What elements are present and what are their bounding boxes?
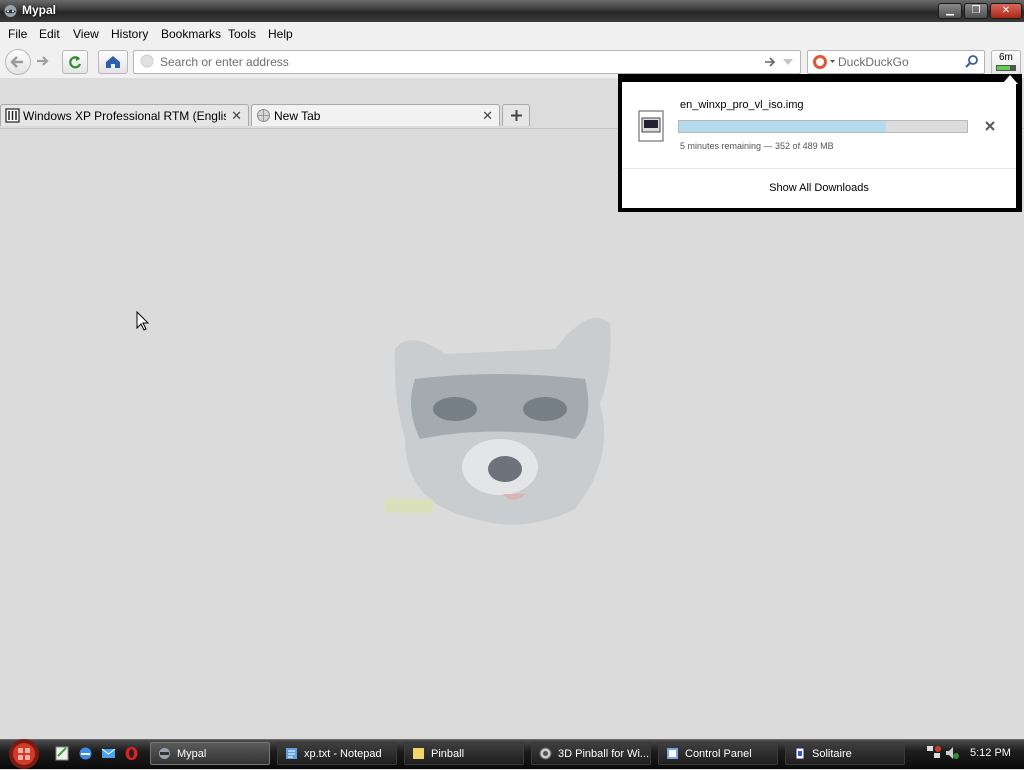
task-3d-pinball[interactable]: 3D Pinball for Wi... (531, 742, 651, 765)
search-icon[interactable] (964, 54, 980, 70)
outlook-express-icon[interactable] (101, 746, 116, 761)
panel-divider (622, 168, 1016, 169)
new-tab-button[interactable] (502, 104, 530, 126)
task-notepad[interactable]: xp.txt - Notepad (277, 742, 397, 765)
volume-tray-icon[interactable] (944, 744, 960, 762)
close-tab-icon[interactable]: ✕ (231, 108, 242, 124)
menu-history[interactable]: History (111, 27, 148, 41)
globe-icon (257, 109, 270, 122)
task-label: 3D Pinball for Wi... (558, 748, 650, 760)
back-button[interactable] (5, 49, 31, 75)
window-title: Mypal (22, 3, 57, 17)
minimize-button[interactable]: ▁ (938, 3, 962, 19)
download-status: 5 minutes remaining — 352 of 489 MB (680, 141, 834, 151)
search-bar[interactable]: DuckDuckGo (807, 50, 985, 74)
cards-icon (795, 747, 805, 760)
pinball-icon (539, 747, 552, 760)
address-input[interactable] (158, 52, 762, 72)
file-icon (638, 110, 664, 142)
search-engine-label: DuckDuckGo (838, 55, 909, 69)
tab-label: Windows XP Professional RTM (English ... (23, 109, 226, 123)
restore-button[interactable]: ❐ (964, 3, 988, 19)
tab-new-tab[interactable]: New Tab ✕ (251, 104, 500, 126)
raccoon-app-icon (4, 5, 17, 17)
go-arrow-icon[interactable] (763, 55, 777, 69)
globe-icon (140, 54, 154, 68)
dropdown-arrow-icon[interactable] (782, 57, 794, 67)
url-bar[interactable] (133, 50, 801, 74)
start-orb-icon[interactable] (4, 738, 44, 770)
menu-tools[interactable]: Tools (228, 27, 256, 41)
taskbar: Mypal xp.txt - Notepad Pinball 3D Pinbal… (0, 739, 1024, 769)
back-arrow-icon (10, 56, 23, 68)
task-label: Solitaire (812, 748, 852, 760)
plus-icon (511, 110, 522, 121)
task-control-panel[interactable]: Control Panel (658, 742, 778, 765)
task-label: xp.txt - Notepad (304, 748, 382, 760)
downloads-button[interactable]: 6m (991, 50, 1021, 76)
cancel-download-icon[interactable] (984, 120, 996, 132)
download-filename: en_winxp_pro_vl_iso.img (680, 99, 804, 111)
task-label: Mypal (177, 748, 207, 760)
close-window-button[interactable]: ✕ (990, 3, 1022, 19)
notepad-quicklaunch-icon[interactable] (55, 746, 70, 761)
new-tab-page (0, 129, 1024, 739)
menu-bar: File Edit View History Bookmarks Tools H… (0, 22, 1024, 46)
control-panel-icon (667, 748, 678, 759)
download-progress-bar (678, 120, 968, 133)
duckduckgo-icon[interactable] (812, 54, 836, 70)
task-solitaire[interactable]: Solitaire (785, 742, 905, 765)
title-bar: Mypal ▁ ❐ ✕ (0, 0, 1024, 22)
menu-help[interactable]: Help (268, 27, 293, 41)
forward-arrow-icon (37, 56, 49, 66)
task-pinball-folder[interactable]: Pinball (404, 742, 524, 765)
internet-explorer-icon[interactable] (78, 746, 93, 761)
close-tab-icon[interactable]: ✕ (482, 108, 493, 124)
menu-file[interactable]: File (8, 27, 27, 41)
home-icon (106, 56, 120, 68)
raccoon-app-icon (159, 748, 170, 759)
menu-view[interactable]: View (73, 27, 99, 41)
downloads-time-label: 6m (999, 52, 1013, 63)
mouse-cursor-icon (136, 311, 150, 331)
tab-label: New Tab (274, 109, 321, 123)
task-label: Control Panel (685, 748, 752, 760)
raccoon-logo (385, 317, 611, 525)
download-progress-fill (679, 121, 886, 132)
forward-button[interactable] (32, 52, 54, 70)
home-button[interactable] (98, 50, 128, 74)
menu-edit[interactable]: Edit (39, 27, 60, 41)
system-clock[interactable]: 5:12 PM (970, 747, 1011, 759)
tab-windows-xp[interactable]: Windows XP Professional RTM (English ...… (0, 104, 249, 126)
downloads-panel: en_winxp_pro_vl_iso.img 5 minutes remain… (618, 74, 1022, 212)
archive-icon (5, 108, 20, 123)
task-mypal[interactable]: Mypal (150, 742, 270, 765)
reload-button[interactable] (62, 50, 88, 74)
opera-icon[interactable] (124, 746, 139, 761)
download-progress-icon (996, 65, 1016, 71)
network-tray-icon[interactable] (926, 744, 942, 762)
task-label: Pinball (431, 748, 465, 760)
downloads-panel-body: en_winxp_pro_vl_iso.img 5 minutes remain… (622, 82, 1016, 208)
show-all-downloads-button[interactable]: Show All Downloads (622, 182, 1016, 194)
folder-icon (413, 748, 424, 759)
menu-bookmarks[interactable]: Bookmarks (161, 27, 221, 41)
reload-icon (69, 56, 82, 69)
notepad-icon (286, 748, 297, 759)
